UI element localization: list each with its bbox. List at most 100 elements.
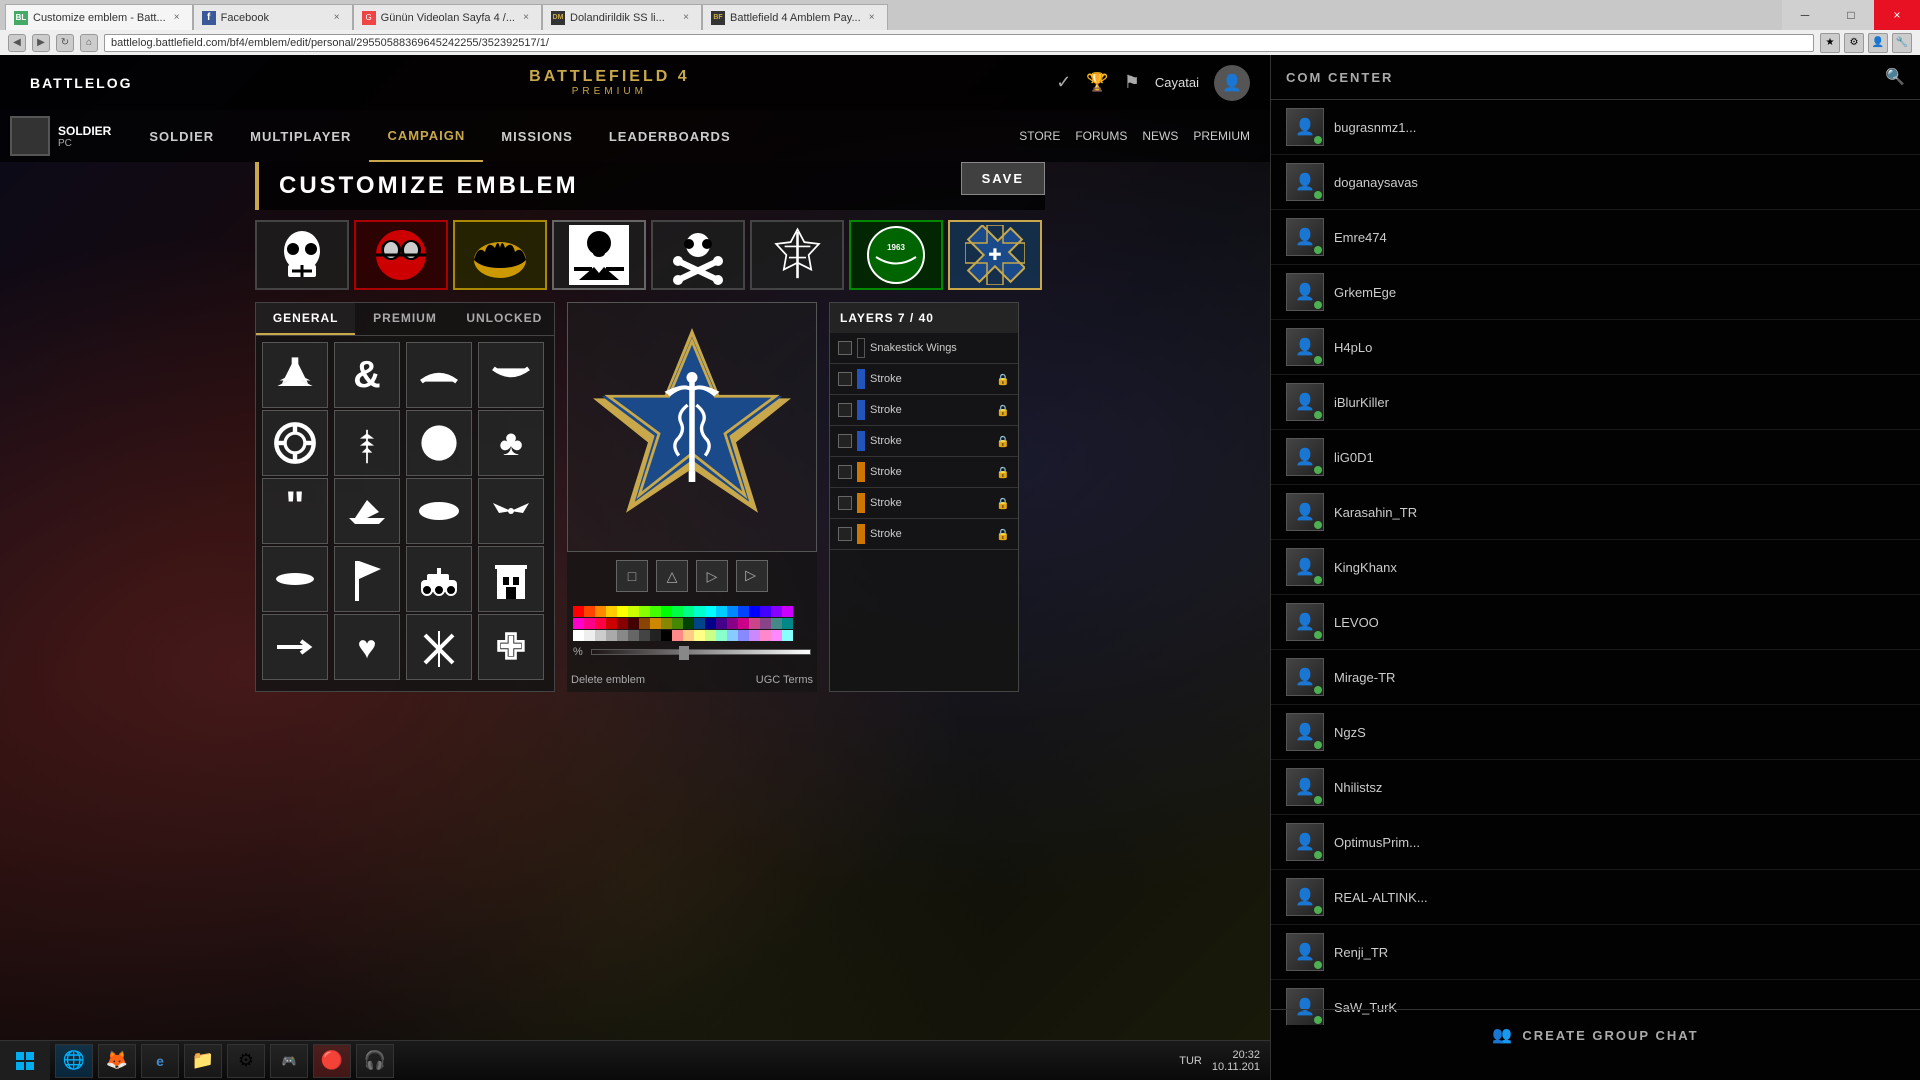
- emblem-preset-deadpool[interactable]: [354, 220, 448, 290]
- color-swatch[interactable]: [595, 618, 606, 629]
- emblem-preset-crossbones[interactable]: [651, 220, 745, 290]
- friend-list-item[interactable]: 👤 LEVOO: [1271, 595, 1920, 650]
- symbol-crosshairs[interactable]: [406, 614, 472, 680]
- friend-list-item[interactable]: 👤 Emre474: [1271, 210, 1920, 265]
- taskbar-ie[interactable]: e: [141, 1044, 179, 1078]
- color-swatch[interactable]: [771, 606, 782, 617]
- friend-list-item[interactable]: 👤 liG0D1: [1271, 430, 1920, 485]
- color-swatch[interactable]: [584, 618, 595, 629]
- color-swatch[interactable]: [672, 606, 683, 617]
- settings-button[interactable]: ⚙: [1844, 33, 1864, 53]
- symbol-ampersand[interactable]: &: [334, 342, 400, 408]
- color-swatch[interactable]: [661, 606, 672, 617]
- user-avatar[interactable]: 👤: [1214, 65, 1250, 101]
- color-swatch[interactable]: [782, 606, 793, 617]
- symbol-quote[interactable]: ": [262, 478, 328, 544]
- color-swatch[interactable]: [617, 606, 628, 617]
- friend-list-item[interactable]: 👤 NgzS: [1271, 705, 1920, 760]
- nav-store[interactable]: STORE: [1019, 129, 1060, 143]
- layer-checkbox[interactable]: [838, 403, 852, 417]
- symbol-curve2[interactable]: [478, 342, 544, 408]
- tab-bf4-emblem[interactable]: BL Customize emblem - Batt... ×: [5, 4, 193, 30]
- tab-facebook[interactable]: f Facebook ×: [193, 4, 353, 30]
- color-swatch[interactable]: [760, 606, 771, 617]
- layer-item[interactable]: Stroke 🔒: [830, 488, 1018, 519]
- color-swatch[interactable]: [606, 618, 617, 629]
- friend-list-item[interactable]: 👤 iBlurKiller: [1271, 375, 1920, 430]
- color-swatch[interactable]: [727, 606, 738, 617]
- color-swatch[interactable]: [782, 618, 793, 629]
- flag-icon[interactable]: ⚑: [1124, 72, 1140, 93]
- user-button[interactable]: 👤: [1868, 33, 1888, 53]
- trophy-icon[interactable]: 🏆: [1086, 72, 1108, 93]
- minimize-button[interactable]: ─: [1782, 0, 1828, 30]
- layer-checkbox[interactable]: [838, 527, 852, 541]
- tab-premium[interactable]: PREMIUM: [355, 303, 454, 335]
- color-swatch[interactable]: [716, 630, 727, 641]
- nav-premium[interactable]: PREMIUM: [1193, 129, 1250, 143]
- symbol-plus[interactable]: ✙: [478, 614, 544, 680]
- symbol-feather[interactable]: [334, 410, 400, 476]
- start-button[interactable]: [0, 1041, 50, 1080]
- taskbar-red-app[interactable]: 🔴: [313, 1044, 351, 1078]
- color-swatch[interactable]: [573, 618, 584, 629]
- taskbar-headset[interactable]: 🎧: [356, 1044, 394, 1078]
- symbol-tank[interactable]: [406, 546, 472, 612]
- tab-gunun-videolan[interactable]: G Günün Videolan Sayfa 4 /... ×: [353, 4, 542, 30]
- save-button[interactable]: SAVE: [961, 162, 1045, 195]
- color-swatch[interactable]: [650, 630, 661, 641]
- color-swatch[interactable]: [727, 630, 738, 641]
- tool-select[interactable]: □: [616, 560, 648, 592]
- symbol-club[interactable]: ♣: [478, 410, 544, 476]
- emblem-preset-medical[interactable]: ✚: [948, 220, 1042, 290]
- taskbar-steam[interactable]: 🎮: [270, 1044, 308, 1078]
- tab-general[interactable]: GENERAL: [256, 303, 355, 335]
- symbol-flag[interactable]: [334, 546, 400, 612]
- color-swatch[interactable]: [782, 630, 793, 641]
- layer-item[interactable]: Stroke 🔒: [830, 395, 1018, 426]
- color-swatch[interactable]: [694, 606, 705, 617]
- color-swatch[interactable]: [738, 630, 749, 641]
- color-swatch[interactable]: [606, 630, 617, 641]
- friend-list-item[interactable]: 👤 doganaysavas: [1271, 155, 1920, 210]
- address-input[interactable]: battlelog.battlefield.com/bf4/emblem/edi…: [104, 34, 1814, 52]
- symbol-building[interactable]: [478, 546, 544, 612]
- symbol-heart[interactable]: ♥: [334, 614, 400, 680]
- friend-list-item[interactable]: 👤 H4pLo: [1271, 320, 1920, 375]
- tool-rotate[interactable]: △: [736, 560, 768, 592]
- nav-forums[interactable]: FORUMS: [1075, 129, 1127, 143]
- tab-bf4-pay[interactable]: BF Battlefield 4 Amblem Pay... ×: [702, 4, 888, 30]
- tab-close-5[interactable]: ×: [865, 11, 879, 25]
- color-swatch[interactable]: [573, 606, 584, 617]
- color-swatch[interactable]: [683, 606, 694, 617]
- color-swatch[interactable]: [650, 618, 661, 629]
- symbol-curve1[interactable]: [406, 342, 472, 408]
- friend-list-item[interactable]: 👤 Karasahin_TR: [1271, 485, 1920, 540]
- friend-list-item[interactable]: 👤 bugrasnmz1...: [1271, 100, 1920, 155]
- color-swatch[interactable]: [683, 618, 694, 629]
- layer-checkbox[interactable]: [838, 341, 852, 355]
- color-swatch[interactable]: [628, 618, 639, 629]
- color-swatch[interactable]: [639, 606, 650, 617]
- forward-button[interactable]: ▶: [32, 34, 50, 52]
- emblem-canvas[interactable]: [567, 302, 817, 552]
- refresh-button[interactable]: ↻: [56, 34, 74, 52]
- layer-checkbox[interactable]: [838, 372, 852, 386]
- color-swatch[interactable]: [749, 606, 760, 617]
- nav-missions[interactable]: MISSIONS: [483, 110, 591, 162]
- color-swatch[interactable]: [639, 618, 650, 629]
- taskbar-settings[interactable]: ⚙: [227, 1044, 265, 1078]
- nav-campaign[interactable]: CAMPAIGN: [369, 110, 483, 162]
- friend-list-item[interactable]: 👤 OptimusPrim...: [1271, 815, 1920, 870]
- com-center-search-icon[interactable]: 🔍: [1885, 67, 1905, 87]
- color-swatch[interactable]: [727, 618, 738, 629]
- nav-news[interactable]: NEWS: [1142, 129, 1178, 143]
- layer-item[interactable]: Stroke 🔒: [830, 426, 1018, 457]
- layer-item[interactable]: Stroke 🔒: [830, 519, 1018, 550]
- color-swatch[interactable]: [771, 618, 782, 629]
- maximize-button[interactable]: □: [1828, 0, 1874, 30]
- layer-checkbox[interactable]: [838, 465, 852, 479]
- color-swatch[interactable]: [705, 630, 716, 641]
- color-swatch[interactable]: [584, 606, 595, 617]
- taskbar-chrome[interactable]: 🌐: [55, 1044, 93, 1078]
